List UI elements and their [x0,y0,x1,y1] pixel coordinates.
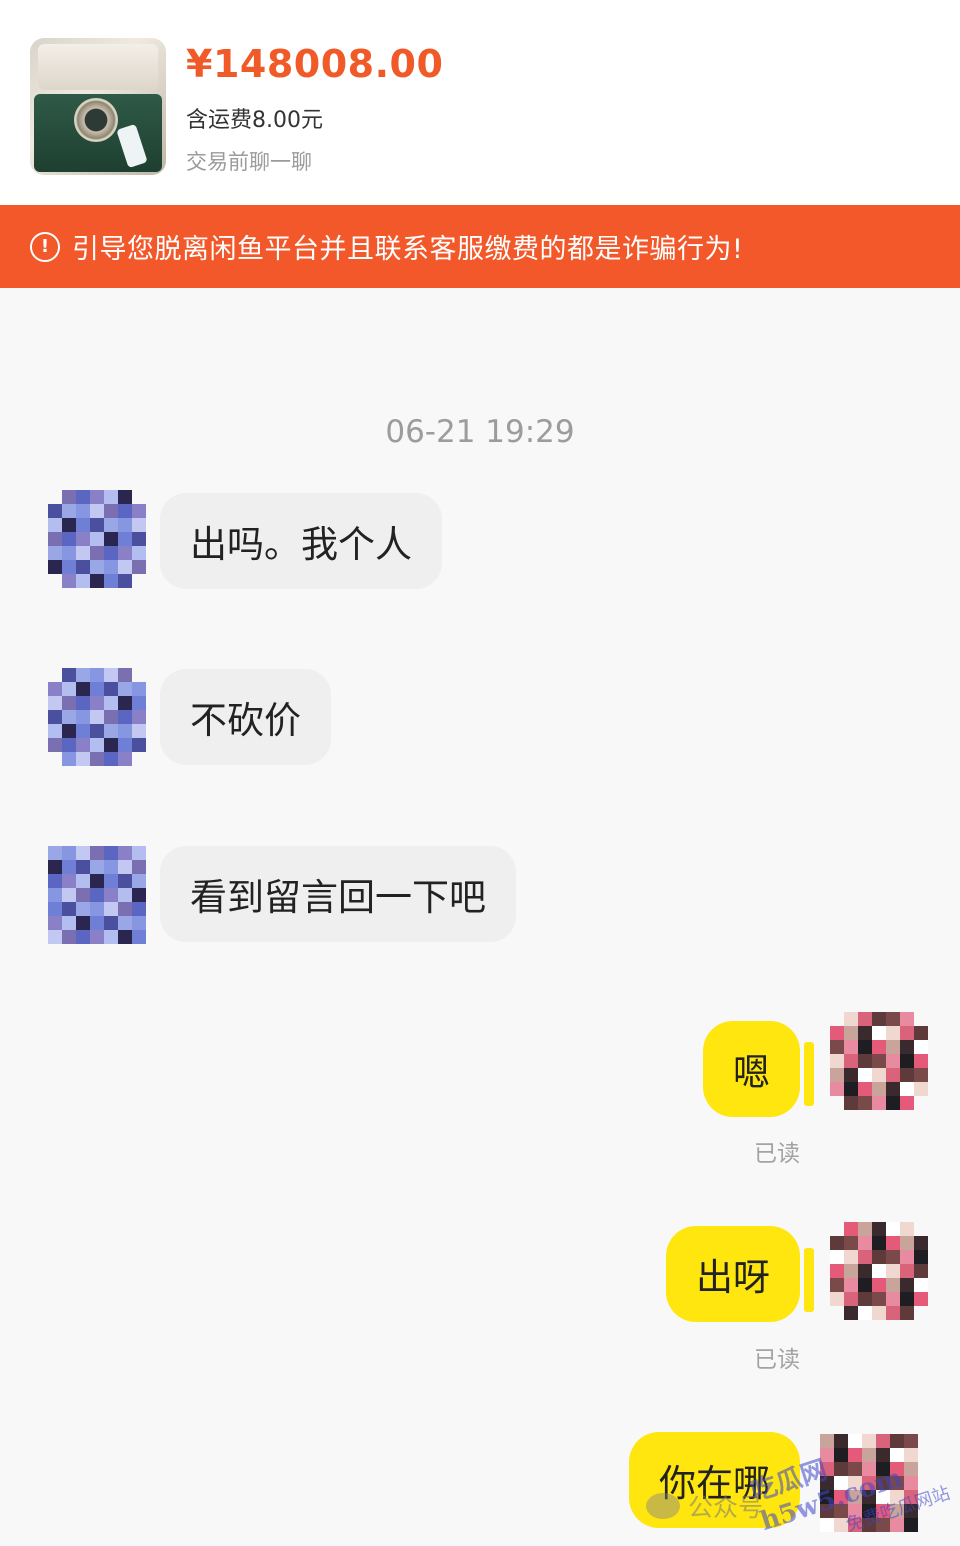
wechat-icon [646,1493,680,1519]
watch-box-lid [38,44,158,90]
site-watermark: 吃瓜网h5w5.com 免费吃瓜网站 [745,1412,960,1546]
incoming-message[interactable]: 不砍价 [160,669,331,765]
product-thumbnail[interactable] [30,38,166,175]
product-note: 交易前聊一聊 [186,150,312,174]
read-status: 已读 [754,1141,800,1167]
bubble-tail [804,1042,814,1106]
product-shipping: 含运费8.00元 [186,108,323,133]
incoming-message[interactable]: 出吗。我个人 [160,493,442,589]
exclamation-circle-icon: ! [30,231,60,262]
bubble-tail [804,1248,814,1312]
outgoing-message[interactable]: 嗯 [703,1021,800,1117]
outgoing-message[interactable]: 出呀 [666,1226,800,1322]
seller-avatar[interactable] [48,490,146,588]
seller-avatar[interactable] [48,846,146,944]
user-avatar[interactable] [830,1222,928,1320]
product-price: ¥148008.00 [186,42,444,86]
fraud-warning-banner: ! 引导您脱离闲鱼平台并且联系客服缴费的都是诈骗行为! [0,205,960,288]
chat-timestamp: 06-21 19:29 [385,414,575,450]
read-status: 已读 [754,1347,800,1373]
warning-text: 引导您脱离闲鱼平台并且联系客服缴费的都是诈骗行为! [72,234,744,265]
wechat-watermark: 公众号 [646,1488,763,1524]
incoming-message[interactable]: 看到留言回一下吧 [160,846,516,942]
product-card[interactable]: ¥148008.00 含运费8.00元 交易前聊一聊 [0,0,960,205]
watch-icon [74,98,118,142]
seller-avatar[interactable] [48,668,146,766]
user-avatar[interactable] [830,1012,928,1110]
